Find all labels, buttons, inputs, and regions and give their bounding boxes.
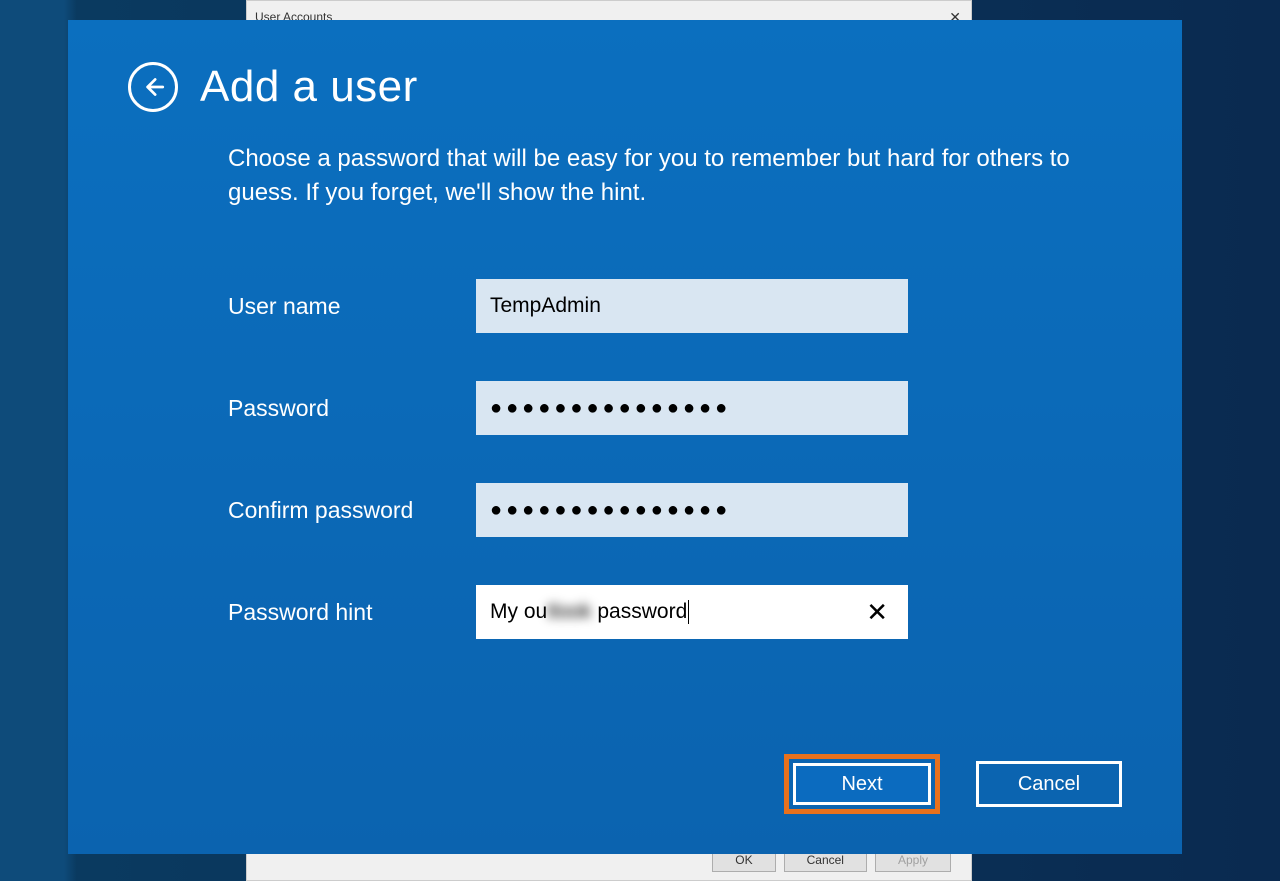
password-hint-label: Password hint xyxy=(228,599,476,626)
next-button-highlight: Next xyxy=(784,754,940,814)
add-user-modal: Add a user Choose a password that will b… xyxy=(68,20,1182,854)
password-hint-input[interactable]: My outlook password ✕ xyxy=(476,585,908,639)
confirm-password-input[interactable]: ●●●●●●●●●●●●●●● xyxy=(476,483,908,537)
add-user-form: User name TempAdmin Password ●●●●●●●●●●●… xyxy=(228,279,1122,639)
cancel-button[interactable]: Cancel xyxy=(976,761,1122,807)
next-button[interactable]: Next xyxy=(793,763,931,805)
arrow-left-icon xyxy=(140,74,166,100)
back-button[interactable] xyxy=(128,62,178,112)
clear-icon[interactable]: ✕ xyxy=(860,597,894,628)
modal-title: Add a user xyxy=(200,62,418,112)
password-input[interactable]: ●●●●●●●●●●●●●●● xyxy=(476,381,908,435)
password-label: Password xyxy=(228,395,476,422)
username-input[interactable]: TempAdmin xyxy=(476,279,908,333)
username-label: User name xyxy=(228,293,476,320)
modal-footer-buttons: Next Cancel xyxy=(784,754,1122,814)
modal-subtitle: Choose a password that will be easy for … xyxy=(228,142,1122,209)
confirm-password-label: Confirm password xyxy=(228,497,476,524)
password-hint-text: My outlook password xyxy=(490,600,689,624)
